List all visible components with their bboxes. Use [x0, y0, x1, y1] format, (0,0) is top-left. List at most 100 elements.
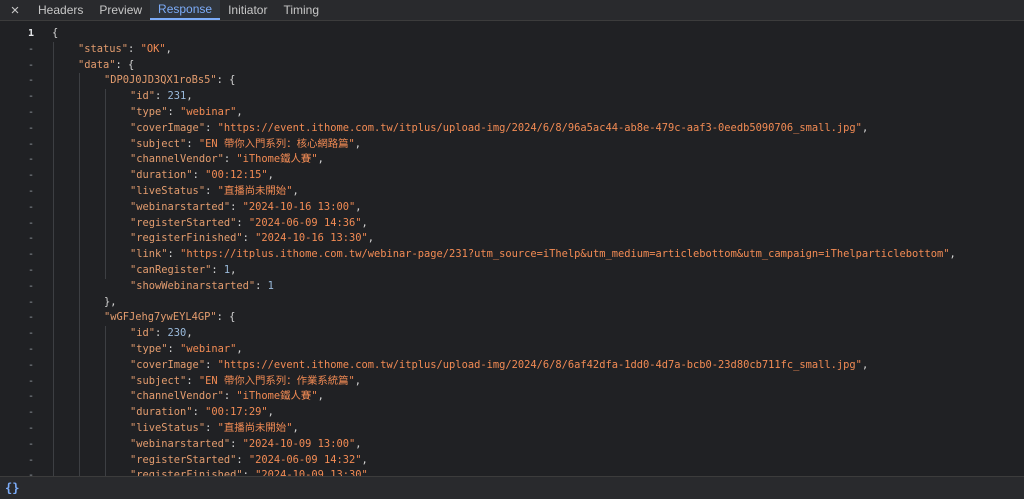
- json-key: "channelVendor": [130, 390, 224, 403]
- code-text: "registerFinished": "2024-10-09 13:30",: [130, 468, 374, 476]
- json-string: "直播尚未開始": [217, 422, 293, 434]
- json-string: "2024-10-16 13:30": [255, 232, 368, 245]
- tab-headers[interactable]: Headers: [30, 0, 91, 20]
- line-number: -: [27, 328, 34, 340]
- json-key: "webinarstarted": [130, 200, 231, 213]
- json-string: "https://event.ithome.com.tw/itplus/uplo…: [217, 121, 862, 134]
- line-number: -: [27, 138, 34, 150]
- tab-response[interactable]: Response: [150, 0, 221, 20]
- line-number: -: [27, 265, 34, 276]
- json-string: "iThome鐵人賽": [236, 390, 318, 403]
- json-string: "OK": [140, 42, 166, 55]
- code-text: "id": 231,: [130, 89, 193, 105]
- code-text: "registerStarted": "2024-06-09 14:32",: [130, 453, 368, 469]
- code-text: "wGFJehg7ywEYL4GP": {: [104, 310, 235, 326]
- json-key: "registerStarted": [130, 453, 237, 466]
- json-punctuation: ,: [367, 232, 374, 245]
- json-number: 1: [267, 279, 274, 292]
- json-punctuation: : {: [115, 58, 135, 71]
- json-punctuation: :: [236, 453, 249, 466]
- code-text: "subject": "EN 帶你入門系列：作業系統篇",: [130, 374, 361, 390]
- json-punctuation: ,: [367, 469, 374, 476]
- json-string: "https://event.ithome.com.tw/itplus/uplo…: [217, 358, 862, 371]
- code-text: "link": "https://itplus.ithome.com.tw/we…: [130, 247, 956, 263]
- line-number: -: [27, 233, 34, 245]
- line-number: -: [27, 249, 34, 261]
- json-key: "webinarstarted": [130, 437, 231, 450]
- code-text: "webinarstarted": "2024-10-16 13:00",: [130, 200, 361, 216]
- line-number: -: [27, 91, 34, 103]
- json-string: "EN 帶你入門系列：核心網路篇": [198, 137, 355, 150]
- code-line: - "webinarstarted": "2024-10-16 13:00",: [0, 200, 1024, 216]
- devtools-tab-bar: × Headers Preview Response Initiator Tim…: [0, 0, 1024, 21]
- line-number: -: [27, 59, 34, 71]
- code-text: "channelVendor": "iThome鐵人賽",: [130, 389, 324, 405]
- json-key: "id": [130, 90, 156, 103]
- json-key: "subject": [130, 137, 187, 150]
- json-key: "status": [78, 42, 129, 55]
- json-string: "iThome鐵人賽": [236, 153, 318, 166]
- code-line: - "id": 230,: [0, 326, 1024, 342]
- line-number: -: [27, 107, 34, 118]
- json-punctuation: :: [205, 185, 218, 197]
- json-key: "duration": [130, 406, 193, 419]
- line-number: -: [27, 217, 34, 229]
- response-code-viewer[interactable]: 1{- "status": "OK", - "data": {- "DP0J0JD3QX…: [0, 22, 1024, 476]
- json-punctuation: :: [186, 374, 199, 387]
- line-number: -: [27, 170, 34, 182]
- tab-timing[interactable]: Timing: [275, 0, 327, 20]
- json-punctuation: ,: [355, 200, 362, 213]
- json-key: "type": [130, 343, 168, 355]
- json-key: "coverImage": [130, 358, 206, 371]
- code-line: - "channelVendor": "iThome鐵人賽",: [0, 152, 1024, 168]
- json-string: "webinar": [180, 343, 237, 355]
- line-number: -: [27, 407, 34, 419]
- json-punctuation: :: [192, 169, 206, 182]
- json-punctuation: :: [242, 469, 256, 476]
- json-key: "data": [78, 58, 116, 71]
- code-text: "coverImage": "https://event.ithome.com.…: [130, 121, 868, 137]
- code-line: - "coverImage": "https://event.ithome.com…: [0, 121, 1024, 137]
- json-punctuation: :: [167, 106, 181, 118]
- json-key: "canRegister": [130, 264, 212, 276]
- line-number: -: [27, 312, 34, 324]
- code-text: "webinarstarted": "2024-10-09 13:00",: [130, 437, 361, 453]
- json-string: "2024-10-09 13:30": [255, 469, 368, 476]
- code-line: - "registerStarted": "2024-06-09 14:36",: [0, 216, 1024, 232]
- json-punctuation: :: [205, 121, 218, 134]
- json-punctuation: ,: [949, 248, 956, 261]
- json-number: 230: [167, 327, 187, 340]
- json-punctuation: ,: [165, 42, 172, 55]
- json-punctuation: ,: [361, 453, 368, 466]
- json-punctuation: :: [167, 343, 181, 355]
- json-punctuation: {: [52, 27, 59, 39]
- code-line: - "data": {: [0, 58, 1024, 74]
- line-number: -: [27, 43, 34, 55]
- pretty-print-button[interactable]: {}: [5, 481, 19, 495]
- json-key: "liveStatus": [130, 185, 206, 197]
- json-punctuation: :: [167, 248, 181, 261]
- json-punctuation: :: [186, 137, 199, 150]
- json-punctuation: :: [205, 422, 218, 434]
- line-number: -: [27, 122, 34, 134]
- code-line: - "channelVendor": "iThome鐵人賽",: [0, 389, 1024, 405]
- code-text: {: [52, 26, 58, 42]
- line-number: -: [27, 296, 34, 308]
- json-punctuation: :: [242, 232, 256, 245]
- code-line: - "webinarstarted": "2024-10-09 13:00",: [0, 437, 1024, 453]
- json-key: "registerFinished": [130, 469, 243, 476]
- json-punctuation: ,: [186, 90, 193, 103]
- tab-initiator[interactable]: Initiator: [220, 0, 275, 20]
- line-number: -: [27, 154, 34, 166]
- json-punctuation: ,: [861, 121, 869, 134]
- tab-preview[interactable]: Preview: [91, 0, 150, 20]
- json-punctuation: ,: [361, 216, 368, 229]
- indent-guide: [105, 326, 106, 476]
- code-text: "duration": "00:12:15",: [130, 168, 274, 184]
- close-icon[interactable]: ×: [0, 0, 30, 20]
- json-punctuation: },: [104, 295, 117, 308]
- json-punctuation: ,: [267, 406, 274, 419]
- code-text: "status": "OK",: [78, 42, 172, 58]
- code-text: "canRegister": 1,: [130, 263, 236, 279]
- json-punctuation: ,: [317, 390, 324, 403]
